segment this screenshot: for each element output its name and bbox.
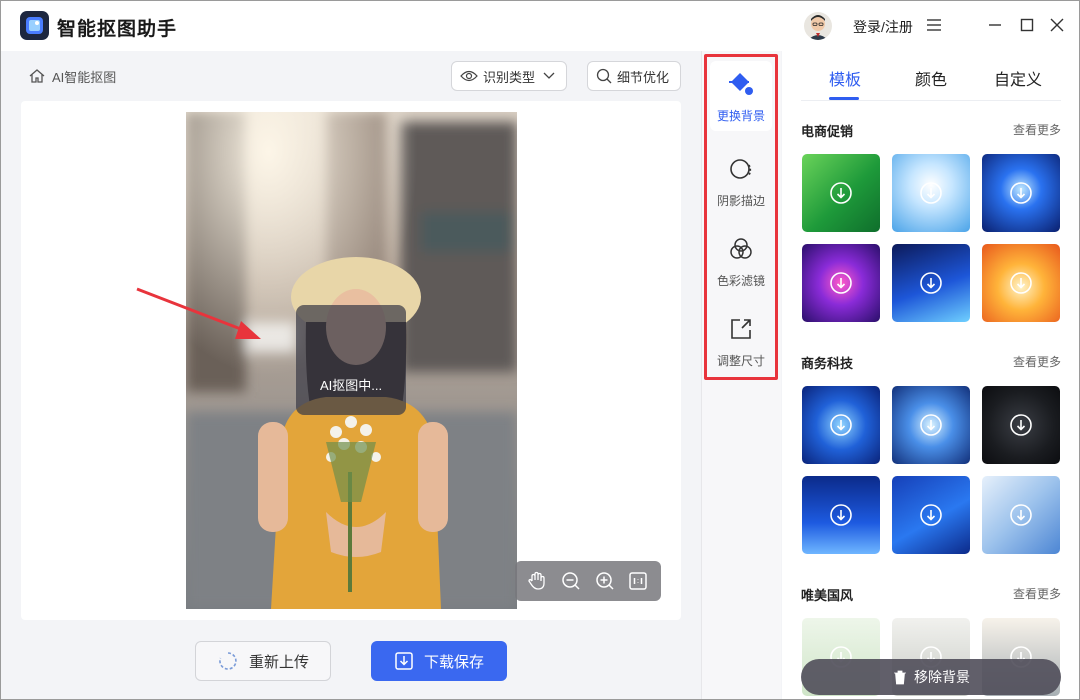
actual-size-icon[interactable]	[627, 570, 649, 592]
see-more-chinese-style[interactable]: 查看更多	[1013, 585, 1061, 602]
breadcrumb[interactable]: AI智能抠图	[28, 66, 116, 86]
app-title: 智能抠图助手	[57, 19, 178, 40]
template-thumbnail[interactable]	[982, 244, 1060, 322]
trash-icon	[894, 670, 906, 685]
home-icon	[29, 69, 45, 83]
magnifier-icon	[596, 68, 612, 84]
hand-pan-icon[interactable]	[526, 570, 548, 592]
download-circle-icon	[920, 182, 942, 204]
recognize-type-dropdown[interactable]: 识别类型	[451, 61, 567, 91]
download-circle-icon	[830, 182, 852, 204]
active-tab-indicator	[829, 97, 859, 100]
processing-text: AI抠图中...	[319, 378, 383, 393]
panel-tabs: 模板 颜色 自定义	[801, 61, 1061, 101]
app-window: 智能抠图助手 登录/注册 AI智能抠图 识别类型 细节优化 AI抠图中... 重…	[0, 0, 1080, 700]
remove-background-button[interactable]: 移除背景	[801, 659, 1061, 695]
eye-icon	[460, 70, 478, 82]
see-more-ecommerce[interactable]: 查看更多	[1013, 121, 1061, 138]
breadcrumb-label: AI智能抠图	[52, 69, 117, 85]
reupload-label: 重新上传	[248, 653, 309, 671]
template-thumbnail[interactable]	[982, 476, 1060, 554]
template-thumbnail[interactable]	[982, 386, 1060, 464]
template-thumbnail[interactable]	[802, 386, 880, 464]
template-thumbnail[interactable]	[802, 476, 880, 554]
remove-background-label: 移除背景	[914, 669, 970, 685]
chevron-down-icon	[543, 72, 555, 79]
tab-template[interactable]: 模板	[829, 66, 861, 90]
detail-optimize-button[interactable]: 细节优化	[587, 61, 681, 91]
download-icon	[395, 652, 413, 670]
zoom-in-icon[interactable]	[594, 570, 616, 592]
template-thumbnail[interactable]	[802, 154, 880, 232]
recognize-type-label: 识别类型	[483, 69, 536, 85]
download-circle-icon	[1010, 414, 1032, 436]
template-thumbnail[interactable]	[892, 386, 970, 464]
maximize-icon[interactable]	[1018, 16, 1036, 34]
login-register-link[interactable]: 登录/注册	[853, 17, 913, 37]
download-circle-icon	[1010, 182, 1032, 204]
red-arrow-annotation	[136, 287, 261, 339]
avatar[interactable]	[804, 12, 832, 40]
template-thumbnail[interactable]	[982, 154, 1060, 232]
tab-custom[interactable]: 自定义	[994, 66, 1042, 90]
download-circle-icon	[1010, 504, 1032, 526]
download-save-button[interactable]: 下载保存	[371, 641, 507, 681]
minimize-icon[interactable]	[986, 16, 1004, 34]
template-thumbnail[interactable]	[892, 154, 970, 232]
section-title-ecommerce: 电商促销	[801, 124, 854, 139]
title-bar: 智能抠图助手 登录/注册	[1, 1, 1079, 51]
download-circle-icon	[830, 504, 852, 526]
zoom-out-icon[interactable]	[560, 570, 582, 592]
zoom-toolbar	[515, 561, 661, 601]
detail-optimize-label: 细节优化	[617, 69, 670, 85]
see-more-business-tech[interactable]: 查看更多	[1013, 353, 1061, 370]
download-circle-icon	[920, 414, 942, 436]
download-save-label: 下载保存	[423, 653, 484, 671]
download-circle-icon	[920, 504, 942, 526]
template-thumbnail[interactable]	[892, 476, 970, 554]
template-thumbnail[interactable]	[892, 244, 970, 322]
download-circle-icon	[920, 272, 942, 294]
hamburger-menu-icon[interactable]	[926, 18, 942, 32]
reupload-button[interactable]: 重新上传	[195, 641, 331, 681]
refresh-icon	[219, 652, 237, 670]
template-thumbnail[interactable]	[802, 244, 880, 322]
download-circle-icon	[830, 414, 852, 436]
section-title-chinese-style: 唯美国风	[801, 588, 854, 603]
tab-color[interactable]: 颜色	[915, 66, 947, 90]
section-title-business-tech: 商务科技	[801, 356, 854, 371]
app-logo-icon	[20, 11, 49, 40]
processing-overlay: AI抠图中...	[296, 305, 406, 415]
red-highlight-box	[704, 54, 778, 380]
close-icon[interactable]	[1048, 16, 1066, 34]
download-circle-icon	[830, 272, 852, 294]
download-circle-icon	[1010, 272, 1032, 294]
